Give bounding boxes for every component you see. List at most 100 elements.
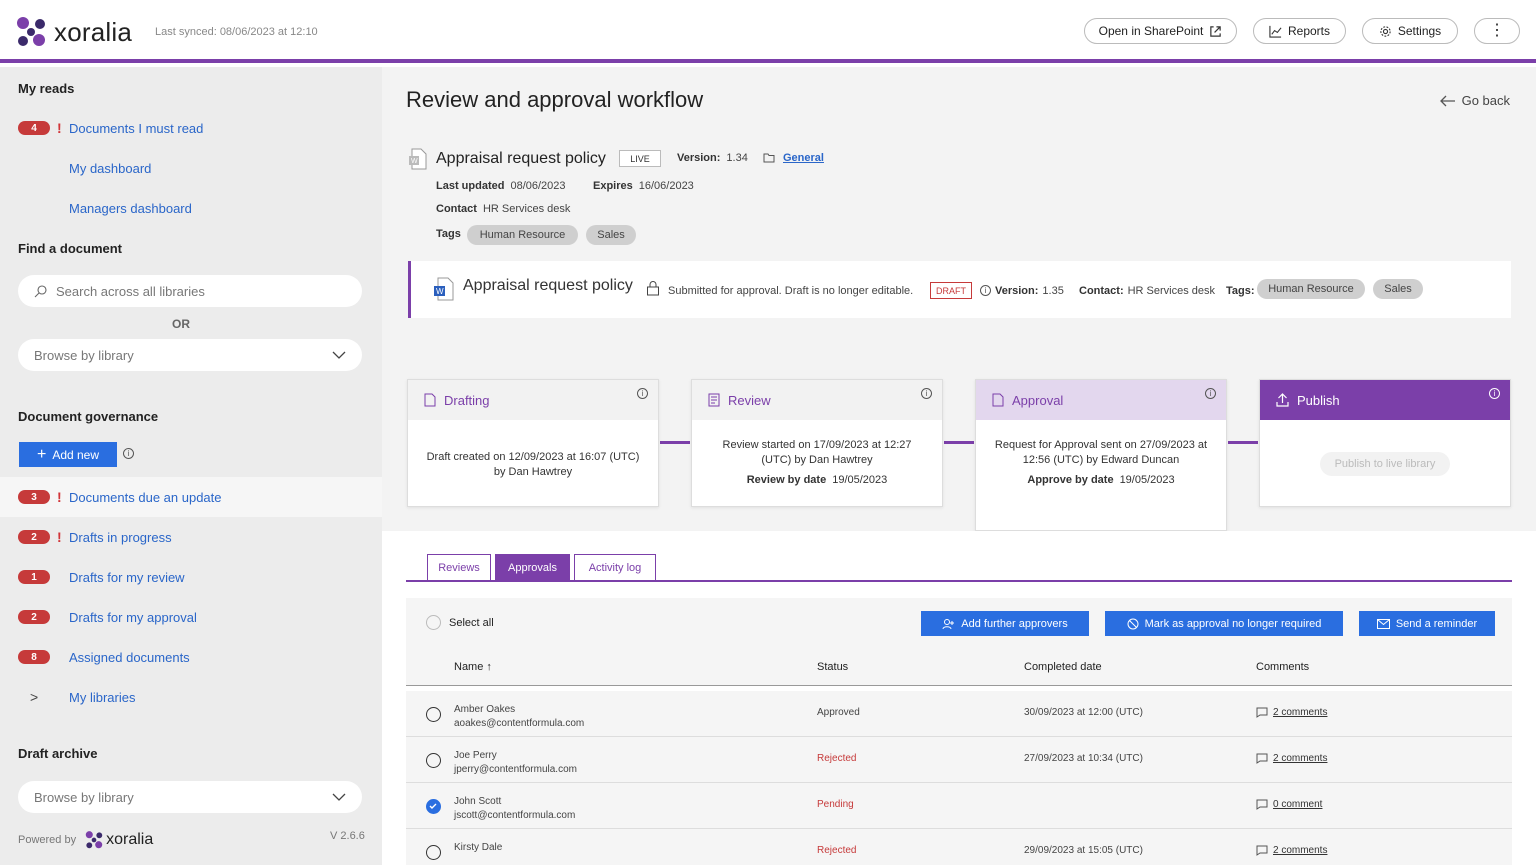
folder-icon: [763, 153, 775, 163]
sidebar-item-documents-must-read[interactable]: 4 ! Documents I must read: [0, 108, 382, 148]
count-badge: 8: [18, 650, 50, 664]
block-icon: [1127, 618, 1139, 629]
settings-button[interactable]: Settings: [1362, 18, 1458, 44]
more-options-button[interactable]: ⋮: [1474, 18, 1520, 44]
search-icon: [34, 285, 47, 298]
or-divider: OR: [172, 317, 190, 331]
publish-to-live-button[interactable]: Publish to live library: [1320, 452, 1450, 476]
checkbox-circle-icon: [426, 615, 441, 630]
sidebar-item-documents-due-update[interactable]: 3 ! Documents due an update: [0, 477, 382, 517]
tab-approvals[interactable]: Approvals: [495, 554, 570, 581]
tag-chip[interactable]: Human Resource: [467, 225, 578, 245]
info-icon[interactable]: i: [1205, 388, 1216, 399]
stage-connector: [1228, 441, 1258, 444]
sidebar-item-managers-dashboard[interactable]: Managers dashboard: [0, 188, 382, 228]
count-badge: 2: [18, 530, 50, 544]
expires-label: Expires: [593, 180, 633, 192]
stage-drafting: Drafting i Draft created on 12/09/2023 a…: [407, 379, 659, 507]
chevron-right-icon[interactable]: >: [30, 689, 38, 705]
tab-activity-log[interactable]: Activity log: [574, 554, 656, 581]
sidebar-item-my-dashboard[interactable]: My dashboard: [0, 148, 382, 188]
draft-status-badge: DRAFT: [930, 282, 972, 299]
table-row[interactable]: Amber Oakes aoakes@contentformula.com App…: [406, 691, 1512, 737]
draft-title: Appraisal request policy: [463, 277, 633, 294]
table-row[interactable]: Joe Perry jperry@contentformula.com Rejec…: [406, 737, 1512, 783]
column-header-comments[interactable]: Comments: [1256, 661, 1309, 673]
completed-date: 27/09/2023 at 10:34 (UTC): [1024, 753, 1143, 764]
document-icon: [992, 393, 1004, 407]
sidebar-item-label: My dashboard: [69, 160, 152, 176]
sidebar-item-label: Drafts in progress: [69, 529, 172, 545]
sidebar-item-my-libraries[interactable]: > My libraries: [0, 677, 382, 717]
stage-body: Request for Approval sent on 27/09/2023 …: [976, 420, 1226, 488]
comments-link[interactable]: 0 comment: [1273, 799, 1322, 810]
document-title: Appraisal request policy: [436, 150, 606, 167]
status-text: Rejected: [817, 753, 857, 764]
count-badge: 4: [18, 121, 50, 135]
upload-icon: [1276, 393, 1289, 407]
comments-link[interactable]: 2 comments: [1273, 707, 1327, 718]
chevron-down-icon: [332, 351, 346, 359]
column-header-status[interactable]: Status: [817, 661, 848, 673]
sidebar-item-label: Drafts for my approval: [69, 609, 197, 625]
column-header-name[interactable]: Name ↑: [454, 661, 492, 673]
go-back-button[interactable]: Go back: [1439, 93, 1510, 108]
tag-chip[interactable]: Sales: [1373, 279, 1423, 299]
stage-header: Review i: [692, 380, 942, 420]
checkmark-icon: [429, 803, 437, 809]
tab-reviews[interactable]: Reviews: [427, 554, 491, 581]
info-icon[interactable]: i: [637, 388, 648, 399]
row-select-radio[interactable]: [426, 845, 441, 860]
mark-not-required-button[interactable]: Mark as approval no longer required: [1105, 611, 1343, 636]
review-by-label: Review by date: [746, 474, 827, 486]
table-row[interactable]: Kirsty Dale Rejected 29/09/2023 at 15:05…: [406, 829, 1512, 865]
stage-title: Publish: [1297, 392, 1340, 408]
send-reminder-button[interactable]: Send a reminder: [1359, 611, 1495, 636]
xoralia-logo[interactable]: xoralia: [14, 15, 132, 49]
info-icon[interactable]: i: [921, 388, 932, 399]
stage-line: by Dan Hawtrey: [493, 466, 573, 478]
info-icon[interactable]: i: [980, 285, 991, 296]
info-icon[interactable]: i: [123, 448, 134, 459]
stage-review: Review i Review started on 17/09/2023 at…: [691, 379, 943, 507]
info-icon[interactable]: i: [1489, 388, 1500, 399]
status-text: Rejected: [817, 845, 857, 856]
add-new-button[interactable]: + Add new: [19, 442, 117, 467]
open-sharepoint-button[interactable]: Open in SharePoint: [1084, 18, 1237, 44]
stage-approval: Approval i Request for Approval sent on …: [975, 379, 1227, 531]
stage-body: Draft created on 12/09/2023 at 16:07 (UT…: [408, 420, 658, 480]
stage-line: 12:56 (UTC) by Edward Duncan: [1022, 454, 1180, 466]
comments-link[interactable]: 2 comments: [1273, 753, 1327, 764]
urgent-icon: !: [57, 529, 62, 545]
folder-link[interactable]: General: [783, 152, 824, 164]
archive-browse-label: Browse by library: [34, 789, 134, 805]
document-icon: [424, 393, 436, 407]
completed-date: 29/09/2023 at 15:05 (UTC): [1024, 845, 1143, 856]
comments-link[interactable]: 2 comments: [1273, 845, 1327, 856]
sidebar-item-assigned-documents[interactable]: 8 Assigned documents: [0, 637, 382, 677]
word-document-icon: W: [409, 148, 427, 170]
urgent-icon: !: [57, 489, 62, 505]
add-approvers-button[interactable]: Add further approvers: [921, 611, 1089, 636]
row-select-radio[interactable]: [426, 707, 441, 722]
select-all-label: Select all: [449, 616, 494, 629]
comment-icon: [1256, 799, 1268, 810]
row-select-radio-checked[interactable]: [426, 799, 441, 814]
table-row[interactable]: John Scott jscott@contentformula.com Pend…: [406, 783, 1512, 829]
archive-browse-select[interactable]: Browse by library: [18, 781, 362, 813]
version-value: 1.34: [726, 152, 748, 164]
stage-header: Drafting i: [408, 380, 658, 420]
sidebar-item-drafts-in-progress[interactable]: 2 ! Drafts in progress: [0, 517, 382, 557]
search-input[interactable]: Search across all libraries: [18, 275, 362, 307]
sidebar-item-drafts-for-review[interactable]: 1 Drafts for my review: [0, 557, 382, 597]
select-all-checkbox[interactable]: Select all: [426, 615, 494, 630]
row-select-radio[interactable]: [426, 753, 441, 768]
column-header-completed-date[interactable]: Completed date: [1024, 661, 1102, 673]
tag-chip[interactable]: Sales: [586, 225, 636, 245]
approver-email: aoakes@contentformula.com: [454, 718, 585, 729]
tag-chip[interactable]: Human Resource: [1257, 279, 1365, 299]
xoralia-small-logo-icon: [85, 831, 103, 849]
reports-button[interactable]: Reports: [1253, 18, 1346, 44]
sidebar-item-drafts-for-approval[interactable]: 2 Drafts for my approval: [0, 597, 382, 637]
browse-library-select[interactable]: Browse by library: [18, 339, 362, 371]
